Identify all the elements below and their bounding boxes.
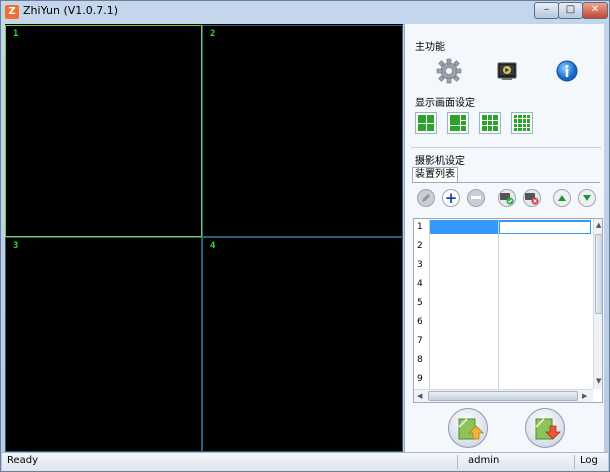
scroll-left-icon[interactable]: ◀ bbox=[417, 392, 422, 400]
video-cell-2[interactable]: 2 bbox=[202, 25, 403, 237]
row-number: 4 bbox=[417, 279, 423, 289]
row-number: 1 bbox=[417, 222, 423, 232]
cell-number: 1 bbox=[13, 29, 19, 39]
export-button[interactable] bbox=[525, 408, 565, 448]
layout-1plus5-button[interactable] bbox=[447, 112, 469, 134]
scroll-down-icon[interactable]: ▼ bbox=[596, 377, 601, 385]
camera-disconnect-icon[interactable] bbox=[523, 189, 541, 207]
cell-number: 2 bbox=[210, 29, 216, 39]
export-icon bbox=[535, 418, 561, 440]
window-title: ZhiYun (V1.0.7.1) bbox=[23, 4, 119, 17]
app-window: Z ZhiYun (V1.0.7.1) – □ ✕ 1 2 3 4 主功能 显示… bbox=[0, 0, 610, 472]
video-cell-1[interactable]: 1 bbox=[5, 25, 202, 237]
move-up-icon[interactable] bbox=[553, 189, 571, 207]
title-bar[interactable]: Z ZhiYun (V1.0.7.1) – □ ✕ bbox=[1, 1, 609, 23]
status-log: Log bbox=[580, 455, 598, 466]
device-list[interactable]: 1 2 3 4 5 6 7 8 9 ▲ ▼ ◀ ▶ bbox=[413, 218, 603, 403]
layout-4x4-button[interactable] bbox=[511, 112, 533, 134]
row-number: 8 bbox=[417, 355, 423, 365]
row-number: 2 bbox=[417, 241, 423, 251]
row-number: 3 bbox=[417, 260, 423, 270]
layout-2x2-button[interactable] bbox=[415, 112, 437, 134]
move-down-icon[interactable] bbox=[578, 189, 596, 207]
row-highlight bbox=[430, 220, 498, 234]
add-icon[interactable]: + bbox=[442, 189, 460, 207]
cell-number: 4 bbox=[210, 241, 216, 251]
table-row[interactable]: 4 bbox=[414, 276, 592, 295]
row-number: 7 bbox=[417, 336, 423, 346]
remove-icon[interactable] bbox=[467, 189, 485, 207]
import-icon bbox=[458, 418, 484, 440]
table-row[interactable]: 9 bbox=[414, 371, 592, 390]
table-row[interactable]: 3 bbox=[414, 257, 592, 276]
tab-device-list[interactable]: 装置列表 bbox=[412, 167, 458, 182]
close-button[interactable]: ✕ bbox=[582, 2, 608, 19]
table-row[interactable]: 7 bbox=[414, 333, 592, 352]
horizontal-scrollbar[interactable]: ◀ ▶ bbox=[414, 389, 593, 402]
video-playback-icon[interactable] bbox=[495, 59, 519, 83]
app-icon: Z bbox=[5, 5, 19, 19]
gear-icon[interactable] bbox=[435, 58, 463, 84]
table-row[interactable]: 2 bbox=[414, 238, 592, 257]
scroll-up-icon[interactable]: ▲ bbox=[596, 221, 601, 229]
table-row[interactable]: 6 bbox=[414, 314, 592, 333]
status-text: Ready bbox=[7, 455, 39, 466]
scroll-thumb[interactable] bbox=[428, 391, 578, 401]
table-row[interactable]: 1 bbox=[414, 219, 592, 238]
scroll-right-icon[interactable]: ▶ bbox=[582, 392, 587, 400]
camera-connect-icon[interactable] bbox=[498, 189, 516, 207]
status-bar: Ready admin Log bbox=[2, 452, 608, 471]
maximize-button[interactable]: □ bbox=[558, 2, 583, 19]
video-cell-4[interactable]: 4 bbox=[202, 237, 403, 452]
display-settings-label: 显示画面设定 bbox=[415, 98, 475, 109]
layout-3x3-button[interactable] bbox=[479, 112, 501, 134]
row-cell-edit[interactable] bbox=[499, 220, 591, 234]
vertical-scrollbar[interactable]: ▲ ▼ bbox=[593, 219, 602, 389]
main-functions-label: 主功能 bbox=[415, 42, 445, 53]
row-number: 6 bbox=[417, 317, 423, 327]
table-row[interactable]: 5 bbox=[414, 295, 592, 314]
video-grid: 1 2 3 4 bbox=[5, 24, 403, 452]
cell-number: 3 bbox=[13, 241, 19, 251]
tab-divider bbox=[412, 182, 600, 183]
camera-settings-label: 摄影机设定 bbox=[415, 156, 465, 167]
status-separator bbox=[574, 455, 575, 469]
minimize-button[interactable]: – bbox=[534, 2, 559, 19]
table-row[interactable]: 8 bbox=[414, 352, 592, 371]
edit-icon[interactable] bbox=[417, 189, 435, 207]
video-cell-3[interactable]: 3 bbox=[5, 237, 202, 452]
scroll-thumb[interactable] bbox=[595, 234, 602, 314]
status-separator bbox=[457, 455, 458, 469]
import-button[interactable] bbox=[448, 408, 488, 448]
info-icon[interactable] bbox=[555, 59, 579, 83]
row-number: 9 bbox=[417, 374, 423, 384]
divider bbox=[411, 147, 601, 148]
row-number: 5 bbox=[417, 298, 423, 308]
status-user: admin bbox=[468, 455, 500, 466]
control-panel: 主功能 显示画面设定 摄影机设定 装置列表 + 1 2 3 4 5 6 7 8 … bbox=[404, 24, 604, 452]
